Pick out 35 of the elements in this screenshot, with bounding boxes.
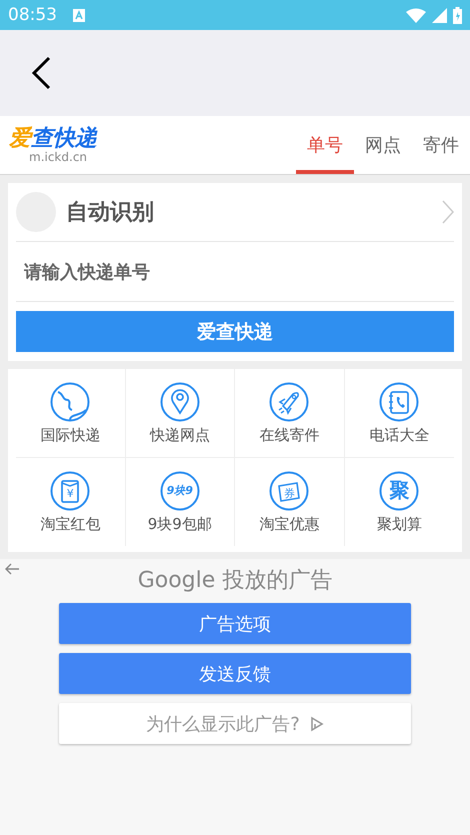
battery-icon <box>453 6 462 24</box>
logo-text: 爱查快递 <box>9 126 97 150</box>
envelope-icon: ¥ <box>50 470 90 510</box>
adchoices-icon <box>310 716 324 732</box>
ticket-icon: 券 <box>269 470 310 510</box>
back-arrow-icon[interactable] <box>5 563 19 575</box>
service-label[interactable]: 快递网点 <box>150 426 210 444</box>
service-label[interactable]: 聚划算 <box>376 514 422 534</box>
mode-label: 自动识别 <box>66 199 154 227</box>
service-label[interactable]: 电话大全 <box>369 426 430 444</box>
badge-icon: 9块9 <box>160 470 200 510</box>
mode-row[interactable]: 自动识别 <box>8 183 462 242</box>
tracking-number-field[interactable]: 请输入快递单号 <box>8 242 462 302</box>
tab[interactable]: 网点 <box>354 116 412 174</box>
ad-button[interactable]: 发送反馈 <box>59 653 411 694</box>
globe-icon <box>50 382 90 422</box>
badge-icon: 聚 <box>379 470 420 510</box>
ad-button[interactable]: 广告选项 <box>59 603 411 644</box>
tab[interactable]: 寄件 <box>412 116 470 174</box>
wifi-icon <box>406 8 426 22</box>
service-label[interactable]: 国际快递 <box>40 426 100 444</box>
service-label[interactable]: 淘宝优惠 <box>259 514 320 534</box>
logo-domain: m.ickd.cn <box>29 150 88 164</box>
signal-icon <box>432 8 447 22</box>
status-time: 08:53 <box>8 5 57 25</box>
phonebook-icon <box>379 382 420 422</box>
service-label[interactable]: 9块9包邮 <box>148 514 212 534</box>
tab[interactable]: 单号 <box>296 116 354 174</box>
service-label[interactable]: 淘宝红包 <box>40 514 100 534</box>
back-icon[interactable] <box>30 56 52 90</box>
service-label[interactable]: 在线寄件 <box>259 426 320 444</box>
pin-icon <box>160 382 200 422</box>
notification-icon <box>73 8 85 22</box>
rocket-icon <box>269 382 310 422</box>
ad-title: Google 投放的广告 <box>138 567 332 595</box>
